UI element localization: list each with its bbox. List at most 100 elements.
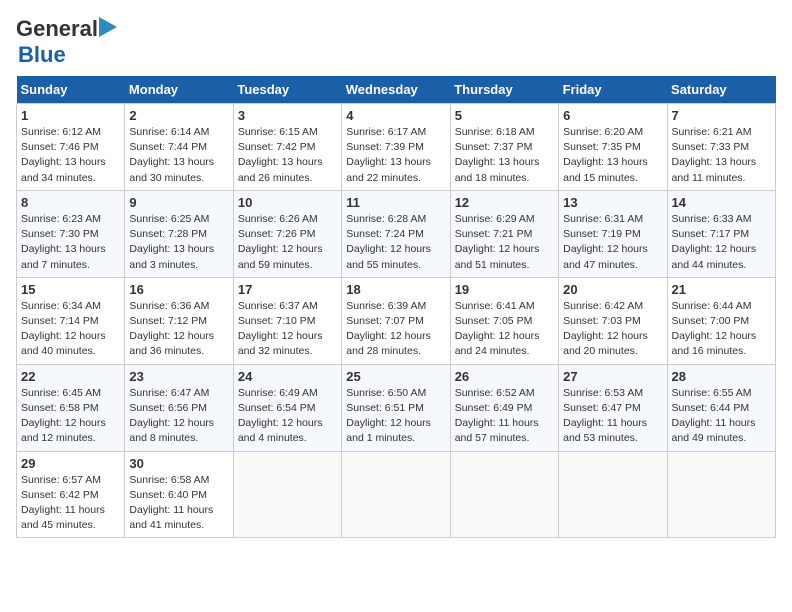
day-info: Sunrise: 6:29 AMSunset: 7:21 PMDaylight:… [455, 212, 554, 273]
day-number: 29 [21, 456, 120, 471]
calendar-cell: 7 Sunrise: 6:21 AMSunset: 7:33 PMDaylight… [667, 104, 775, 191]
col-saturday: Saturday [667, 76, 775, 104]
day-number: 11 [346, 195, 445, 210]
calendar-cell: 12 Sunrise: 6:29 AMSunset: 7:21 PMDayligh… [450, 190, 558, 277]
day-info: Sunrise: 6:41 AMSunset: 7:05 PMDaylight:… [455, 299, 554, 360]
day-number: 26 [455, 369, 554, 384]
calendar-table: Sunday Monday Tuesday Wednesday Thursday… [16, 76, 776, 538]
day-info: Sunrise: 6:15 AMSunset: 7:42 PMDaylight:… [238, 125, 337, 186]
day-number: 16 [129, 282, 228, 297]
day-info: Sunrise: 6:39 AMSunset: 7:07 PMDaylight:… [346, 299, 445, 360]
calendar-header-row: Sunday Monday Tuesday Wednesday Thursday… [17, 76, 776, 104]
calendar-cell: 28 Sunrise: 6:55 AMSunset: 6:44 PMDayligh… [667, 364, 775, 451]
calendar-cell: 11 Sunrise: 6:28 AMSunset: 7:24 PMDayligh… [342, 190, 450, 277]
day-number: 23 [129, 369, 228, 384]
day-number: 27 [563, 369, 662, 384]
day-number: 3 [238, 108, 337, 123]
calendar-cell: 30 Sunrise: 6:58 AMSunset: 6:40 PMDayligh… [125, 451, 233, 538]
calendar-cell [667, 451, 775, 538]
day-number: 2 [129, 108, 228, 123]
day-info: Sunrise: 6:44 AMSunset: 7:00 PMDaylight:… [672, 299, 771, 360]
day-number: 10 [238, 195, 337, 210]
day-number: 13 [563, 195, 662, 210]
day-info: Sunrise: 6:14 AMSunset: 7:44 PMDaylight:… [129, 125, 228, 186]
calendar-cell: 29 Sunrise: 6:57 AMSunset: 6:42 PMDayligh… [17, 451, 125, 538]
day-number: 22 [21, 369, 120, 384]
calendar-cell: 20 Sunrise: 6:42 AMSunset: 7:03 PMDayligh… [559, 277, 667, 364]
calendar-cell [559, 451, 667, 538]
page-header: General Blue [16, 16, 776, 68]
day-info: Sunrise: 6:33 AMSunset: 7:17 PMDaylight:… [672, 212, 771, 273]
calendar-cell [342, 451, 450, 538]
calendar-cell: 3 Sunrise: 6:15 AMSunset: 7:42 PMDaylight… [233, 104, 341, 191]
day-number: 7 [672, 108, 771, 123]
calendar-cell: 4 Sunrise: 6:17 AMSunset: 7:39 PMDaylight… [342, 104, 450, 191]
day-info: Sunrise: 6:28 AMSunset: 7:24 PMDaylight:… [346, 212, 445, 273]
day-number: 9 [129, 195, 228, 210]
calendar-cell: 10 Sunrise: 6:26 AMSunset: 7:26 PMDayligh… [233, 190, 341, 277]
day-info: Sunrise: 6:52 AMSunset: 6:49 PMDaylight:… [455, 386, 554, 447]
day-number: 14 [672, 195, 771, 210]
day-info: Sunrise: 6:58 AMSunset: 6:40 PMDaylight:… [129, 473, 228, 534]
calendar-cell: 25Sunrise: 6:50 AMSunset: 6:51 PMDayligh… [342, 364, 450, 451]
calendar-cell: 26 Sunrise: 6:52 AMSunset: 6:49 PMDayligh… [450, 364, 558, 451]
day-info: Sunrise: 6:57 AMSunset: 6:42 PMDaylight:… [21, 473, 120, 534]
day-info: Sunrise: 6:50 AMSunset: 6:51 PMDaylight:… [346, 386, 445, 447]
logo-blue: Blue [18, 42, 66, 67]
day-info: Sunrise: 6:45 AMSunset: 6:58 PMDaylight:… [21, 386, 120, 447]
day-info: Sunrise: 6:17 AMSunset: 7:39 PMDaylight:… [346, 125, 445, 186]
day-info: Sunrise: 6:23 AMSunset: 7:30 PMDaylight:… [21, 212, 120, 273]
calendar-cell: 18 Sunrise: 6:39 AMSunset: 7:07 PMDayligh… [342, 277, 450, 364]
calendar-week-row: 15 Sunrise: 6:34 AMSunset: 7:14 PMDayligh… [17, 277, 776, 364]
logo: General Blue [16, 16, 117, 68]
calendar-cell [233, 451, 341, 538]
calendar-week-row: 22 Sunrise: 6:45 AMSunset: 6:58 PMDayligh… [17, 364, 776, 451]
day-number: 30 [129, 456, 228, 471]
day-info: Sunrise: 6:34 AMSunset: 7:14 PMDaylight:… [21, 299, 120, 360]
day-number: 4 [346, 108, 445, 123]
day-number: 8 [21, 195, 120, 210]
col-friday: Friday [559, 76, 667, 104]
day-info: Sunrise: 6:42 AMSunset: 7:03 PMDaylight:… [563, 299, 662, 360]
calendar-cell: 16Sunrise: 6:36 AMSunset: 7:12 PMDayligh… [125, 277, 233, 364]
col-sunday: Sunday [17, 76, 125, 104]
day-info: Sunrise: 6:18 AMSunset: 7:37 PMDaylight:… [455, 125, 554, 186]
calendar-cell: 15 Sunrise: 6:34 AMSunset: 7:14 PMDayligh… [17, 277, 125, 364]
day-number: 24 [238, 369, 337, 384]
calendar-cell: 9 Sunrise: 6:25 AMSunset: 7:28 PMDaylight… [125, 190, 233, 277]
calendar-cell: 17 Sunrise: 6:37 AMSunset: 7:10 PMDayligh… [233, 277, 341, 364]
day-number: 12 [455, 195, 554, 210]
calendar-cell: 8 Sunrise: 6:23 AMSunset: 7:30 PMDaylight… [17, 190, 125, 277]
calendar-cell: 27Sunrise: 6:53 AMSunset: 6:47 PMDayligh… [559, 364, 667, 451]
col-monday: Monday [125, 76, 233, 104]
day-number: 5 [455, 108, 554, 123]
day-number: 28 [672, 369, 771, 384]
day-number: 20 [563, 282, 662, 297]
day-info: Sunrise: 6:37 AMSunset: 7:10 PMDaylight:… [238, 299, 337, 360]
calendar-cell [450, 451, 558, 538]
logo-general: General [16, 16, 98, 42]
calendar-cell: 5 Sunrise: 6:18 AMSunset: 7:37 PMDaylight… [450, 104, 558, 191]
day-number: 15 [21, 282, 120, 297]
calendar-cell: 1Sunrise: 6:12 AMSunset: 7:46 PMDaylight… [17, 104, 125, 191]
day-info: Sunrise: 6:21 AMSunset: 7:33 PMDaylight:… [672, 125, 771, 186]
col-tuesday: Tuesday [233, 76, 341, 104]
day-number: 19 [455, 282, 554, 297]
col-wednesday: Wednesday [342, 76, 450, 104]
day-number: 21 [672, 282, 771, 297]
calendar-cell: 14 Sunrise: 6:33 AMSunset: 7:17 PMDayligh… [667, 190, 775, 277]
day-info: Sunrise: 6:49 AMSunset: 6:54 PMDaylight:… [238, 386, 337, 447]
calendar-cell: 19 Sunrise: 6:41 AMSunset: 7:05 PMDayligh… [450, 277, 558, 364]
calendar-cell: 13Sunrise: 6:31 AMSunset: 7:19 PMDayligh… [559, 190, 667, 277]
calendar-week-row: 29 Sunrise: 6:57 AMSunset: 6:42 PMDayligh… [17, 451, 776, 538]
day-number: 18 [346, 282, 445, 297]
calendar-cell: 6Sunrise: 6:20 AMSunset: 7:35 PMDaylight… [559, 104, 667, 191]
calendar-cell: 23Sunrise: 6:47 AMSunset: 6:56 PMDayligh… [125, 364, 233, 451]
calendar-cell: 24 Sunrise: 6:49 AMSunset: 6:54 PMDayligh… [233, 364, 341, 451]
day-number: 17 [238, 282, 337, 297]
day-info: Sunrise: 6:55 AMSunset: 6:44 PMDaylight:… [672, 386, 771, 447]
day-info: Sunrise: 6:26 AMSunset: 7:26 PMDaylight:… [238, 212, 337, 273]
logo-arrow-icon [99, 17, 117, 37]
day-number: 1 [21, 108, 120, 123]
day-info: Sunrise: 6:25 AMSunset: 7:28 PMDaylight:… [129, 212, 228, 273]
